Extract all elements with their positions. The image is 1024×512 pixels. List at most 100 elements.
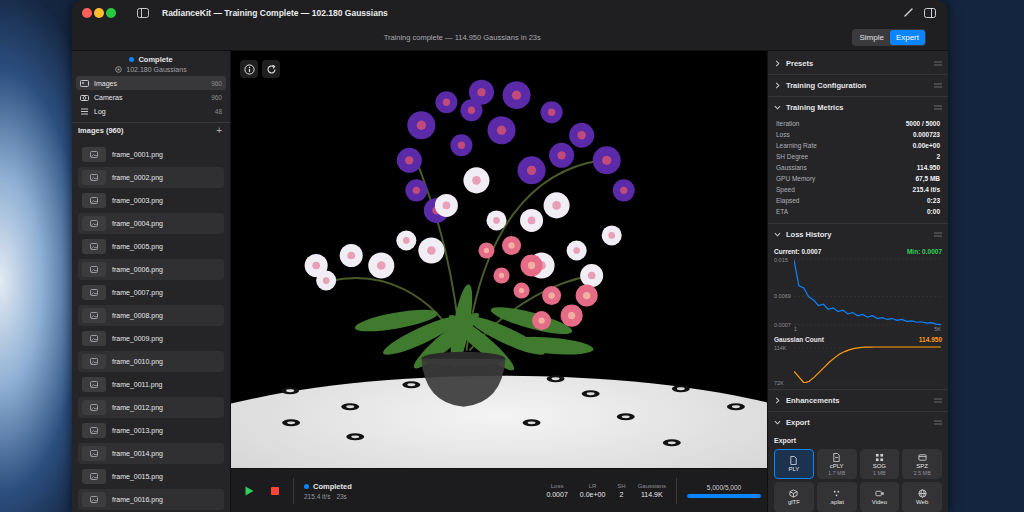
image-icon	[90, 289, 98, 296]
section-header[interactable]: Loss History	[768, 224, 948, 245]
drag-handle-icon[interactable]	[934, 61, 942, 66]
sidebar-right-icon[interactable]	[924, 8, 936, 18]
chevron-icon[interactable]	[774, 397, 781, 404]
format-size: 1.7 MB	[828, 470, 845, 476]
gaussians-icon	[115, 66, 122, 73]
section-header[interactable]: Training Configuration	[768, 75, 948, 96]
image-row[interactable]: frame_0003.png	[78, 190, 224, 211]
format-label: Web	[916, 499, 928, 505]
image-row[interactable]: frame_0015.png	[78, 466, 224, 487]
chevron-icon[interactable]	[774, 419, 781, 426]
image-row[interactable]: frame_0006.png	[78, 259, 224, 280]
image-name: frame_0009.png	[112, 335, 163, 342]
image-row[interactable]: frame_0011.png	[78, 374, 224, 395]
reset-view-button[interactable]	[262, 60, 280, 78]
mode-tab[interactable]: Simple	[853, 30, 889, 45]
image-row[interactable]: frame_0001.png	[78, 144, 224, 165]
progress: 5,000/5,000	[687, 484, 761, 498]
export-format-button[interactable]: cPLY1.7 MB	[817, 449, 857, 479]
series-line	[794, 260, 941, 325]
elapsed: 23s	[336, 493, 346, 500]
image-row[interactable]: frame_0008.png	[78, 305, 224, 326]
scene-render[interactable]	[231, 51, 767, 468]
section-header[interactable]: Training Metrics	[768, 97, 948, 118]
image-row[interactable]: frame_0016.png	[78, 489, 224, 510]
stat-label: Loss	[551, 483, 564, 489]
minimize-button[interactable]	[94, 8, 104, 18]
image-name: frame_0008.png	[112, 312, 163, 319]
metric-label: Loss	[776, 131, 790, 138]
drag-handle-icon[interactable]	[934, 232, 942, 237]
stat-value: 0.0e+00	[580, 491, 606, 498]
ply-icon	[789, 456, 798, 465]
stop-icon[interactable]	[270, 486, 280, 496]
x-tick: 1	[794, 326, 797, 332]
export-format-button[interactable]: glTF	[774, 482, 814, 512]
globe-icon	[918, 489, 927, 498]
y-tick: 0.0007	[774, 322, 791, 328]
stat-label: Gaussians	[638, 483, 666, 489]
export-format-button[interactable]: Video	[860, 482, 900, 512]
close-button[interactable]	[82, 8, 92, 18]
metric-label: ETA	[776, 208, 788, 215]
image-row[interactable]: frame_0005.png	[78, 236, 224, 257]
section-header[interactable]: Presets	[768, 53, 948, 74]
nav-item[interactable]: Cameras960	[76, 90, 226, 104]
add-button[interactable]: +	[214, 125, 224, 136]
drag-handle-icon[interactable]	[934, 105, 942, 110]
metric-value: 5000 / 5000	[906, 120, 940, 127]
metric-row: GPU Memory67,5 MB	[776, 173, 940, 184]
image-row[interactable]: frame_0007.png	[78, 282, 224, 303]
export-format-button[interactable]: SPZ2.5 MB	[902, 449, 942, 479]
play-icon[interactable]	[243, 485, 255, 497]
drag-handle-icon[interactable]	[934, 83, 942, 88]
image-icon	[90, 496, 98, 503]
mode-tab[interactable]: Expert	[890, 30, 925, 45]
metric-label: Gaussians	[776, 164, 807, 171]
section-title: Loss History	[786, 230, 831, 239]
sidebar-toggle-icon[interactable]	[137, 8, 149, 18]
drag-handle-icon[interactable]	[934, 420, 942, 425]
chevron-icon[interactable]	[774, 82, 781, 89]
export-format-button[interactable]: PLY	[774, 449, 814, 479]
metric-value: 0.000723	[913, 131, 940, 138]
image-row[interactable]: frame_0004.png	[78, 213, 224, 234]
section-header[interactable]: Enhancements	[768, 390, 948, 411]
metric-value: 0.00e+00	[913, 142, 940, 149]
viewport[interactable]	[231, 51, 767, 468]
count-value: 114.950	[919, 336, 942, 343]
spz-icon	[918, 453, 927, 462]
drag-handle-icon[interactable]	[934, 398, 942, 403]
metric-row: Loss 0.000723	[776, 129, 940, 140]
panel-section: Training Configuration	[768, 75, 948, 97]
image-icon	[90, 220, 98, 227]
format-size: 1 MB	[873, 470, 886, 476]
image-row[interactable]: frame_0010.png	[78, 351, 224, 372]
nav-item[interactable]: Images960	[76, 76, 226, 90]
export-format-button[interactable]: Web	[902, 482, 942, 512]
window-title: RadianceKit — Training Complete — 102.18…	[162, 8, 388, 18]
image-list: frame_0001.pngframe_0002.pngframe_0003.p…	[72, 138, 230, 512]
progress-label: 5,000/5,000	[707, 484, 741, 491]
status-message: Training complete — 114.950 Gaussians in…	[72, 33, 852, 42]
export-format-button[interactable]: SOG1 MB	[860, 449, 900, 479]
image-row[interactable]: frame_0013.png	[78, 420, 224, 441]
zoom-button[interactable]	[106, 8, 116, 18]
chevron-icon[interactable]	[774, 231, 781, 238]
export-format-button[interactable]: .splat	[817, 482, 857, 512]
nav-item[interactable]: Log48	[76, 104, 226, 118]
image-row[interactable]: frame_0012.png	[78, 397, 224, 418]
chevron-icon[interactable]	[774, 60, 781, 67]
image-row[interactable]: frame_0002.png	[78, 167, 224, 188]
stat-value: 2	[620, 491, 624, 498]
info-button[interactable]	[240, 60, 258, 78]
splat-icon	[832, 489, 841, 498]
image-row[interactable]: frame_0014.png	[78, 443, 224, 464]
image-name: frame_0012.png	[112, 404, 163, 411]
metric-row: SH Degree2	[776, 151, 940, 162]
chevron-icon[interactable]	[774, 104, 781, 111]
section-header[interactable]: Export	[768, 412, 948, 433]
image-row[interactable]: frame_0009.png	[78, 328, 224, 349]
pen-icon[interactable]	[903, 7, 914, 18]
format-label: Video	[872, 499, 887, 505]
